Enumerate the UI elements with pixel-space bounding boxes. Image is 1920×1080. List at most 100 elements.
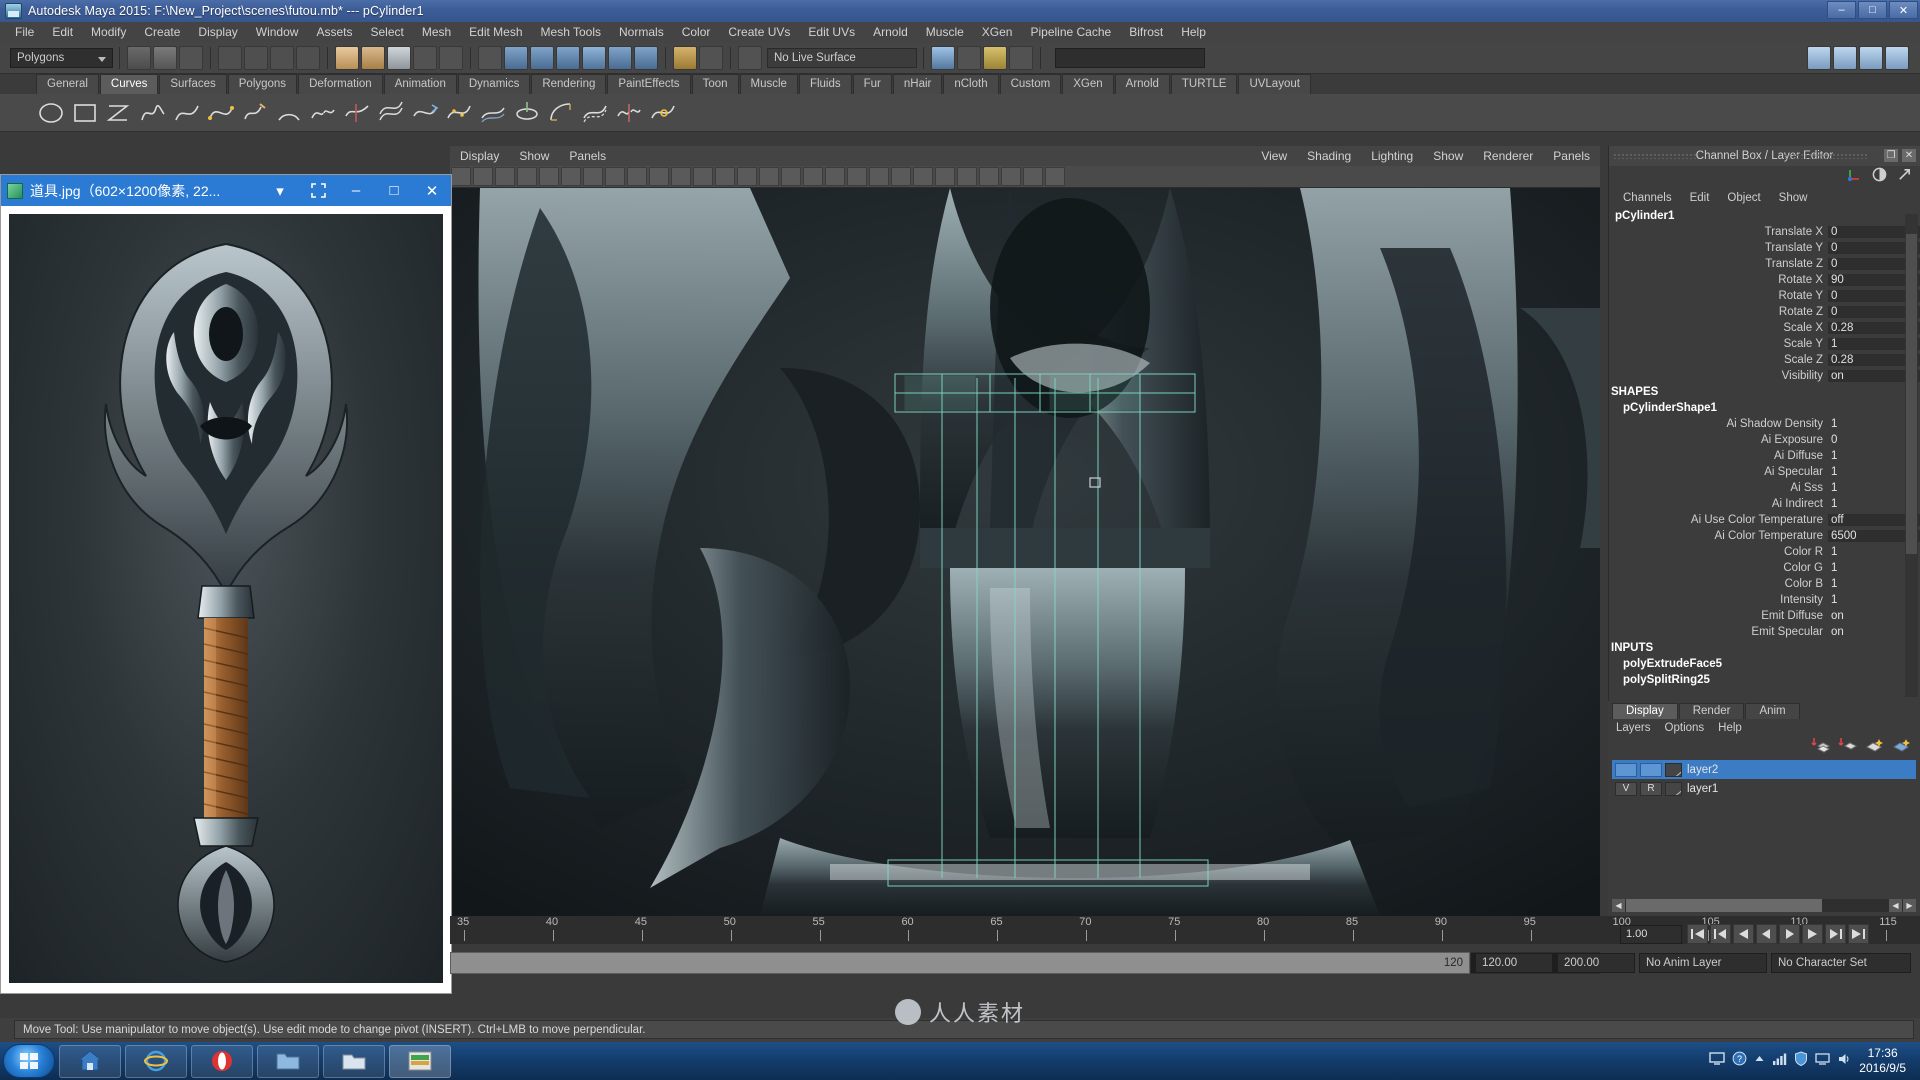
channelbox-attribute-row[interactable]: Scale Y1 <box>1609 336 1920 352</box>
construction-history-icon[interactable] <box>478 45 502 70</box>
mask-lines-icon[interactable] <box>244 45 268 70</box>
image-plane-icon[interactable] <box>913 167 933 186</box>
snapshot-icon[interactable] <box>1001 167 1021 186</box>
snap-projected-icon[interactable] <box>413 45 437 70</box>
maximize-button[interactable]: □ <box>375 176 413 206</box>
channelbox-menu-object[interactable]: Object <box>1727 192 1778 204</box>
reverse-curve-icon[interactable] <box>410 98 440 128</box>
step-forward-frame-icon[interactable] <box>1802 924 1823 944</box>
film-gate-icon[interactable] <box>825 167 845 186</box>
layer-editor-tab-render[interactable]: Render <box>1678 703 1745 719</box>
shelf-tab-surfaces[interactable]: Surfaces <box>159 74 227 94</box>
circle-curve-icon[interactable] <box>36 98 66 128</box>
new-layer-from-selected-icon[interactable] <box>1837 737 1858 758</box>
channelbox-attribute-row[interactable]: Emit Diffuse on <box>1609 608 1920 624</box>
duplicate-curve-icon[interactable] <box>580 98 610 128</box>
channelbox-menu-show[interactable]: Show <box>1779 192 1826 204</box>
menu-item-mesh[interactable]: Mesh <box>413 22 460 42</box>
minimize-button[interactable]: – <box>1827 1 1856 19</box>
channelbox-attribute-row[interactable]: Translate Z0 <box>1609 256 1920 272</box>
scrollbar-thumb[interactable] <box>1906 234 1917 554</box>
ipr-render-icon[interactable] <box>530 45 554 70</box>
panel-layout-2-icon[interactable] <box>1833 45 1857 70</box>
rotate-tool-icon[interactable] <box>539 167 559 186</box>
render-sequence-icon[interactable] <box>608 45 632 70</box>
viewport-left-menu-panels[interactable]: Panels <box>559 149 616 163</box>
shelf-tab-bar[interactable]: General Curves Surfaces Polygons Deformation… <box>0 74 1920 94</box>
shelf-tab-ncloth[interactable]: nCloth <box>943 74 999 94</box>
layer-color-swatch[interactable] <box>1665 781 1682 796</box>
zigzag-curve-icon[interactable] <box>104 98 134 128</box>
channelbox-attribute-row[interactable]: Scale X 0.28 <box>1609 320 1920 336</box>
layer-shade-icon[interactable] <box>1891 737 1911 758</box>
exposure-icon[interactable] <box>1045 167 1065 186</box>
cut-curve-icon[interactable] <box>614 98 644 128</box>
channelbox-attribute-row[interactable]: Ai Sss 1 <box>1609 480 1920 496</box>
pencil-curve-icon[interactable] <box>240 98 270 128</box>
step-back-frame-icon[interactable] <box>1733 924 1754 944</box>
channelbox-attribute-row[interactable]: Translate Y0 <box>1609 240 1920 256</box>
tool-settings-icon[interactable] <box>673 45 697 70</box>
channel-box-toggle-icon[interactable] <box>1009 45 1033 70</box>
channelbox-attribute-row[interactable]: Ai Use Color Temperature off <box>1609 512 1920 528</box>
snap-curve-icon[interactable] <box>361 45 385 70</box>
play-forwards-icon[interactable] <box>1779 924 1800 944</box>
display-toggle-icon[interactable] <box>1872 167 1887 187</box>
resolution-gate-icon[interactable] <box>847 167 867 186</box>
texture-toggle-icon[interactable] <box>671 167 691 186</box>
grease-pencil-icon[interactable] <box>979 167 999 186</box>
gate-mask-icon[interactable] <box>869 167 889 186</box>
cv-curve-icon[interactable] <box>172 98 202 128</box>
layer-highlight-icon[interactable] <box>1864 737 1884 758</box>
layer-editor-toolbar[interactable] <box>1608 737 1920 757</box>
layer-editor-menu-bar[interactable]: Layers Options Help <box>1608 719 1920 737</box>
layer-editor-tab-anim[interactable]: Anim <box>1745 703 1800 719</box>
layer-editor-panel[interactable]: Display Render Anim Layers Options Help laye… <box>1608 701 1920 916</box>
channelbox-attribute-row[interactable]: Color G1 <box>1609 560 1920 576</box>
command-search-input[interactable] <box>1055 47 1205 68</box>
select-by-object-icon[interactable] <box>153 45 177 70</box>
playback-range-fields[interactable]: 120.00 200.00 No Anim Layer No Character… <box>1475 952 1920 974</box>
channelbox-attribute-row[interactable]: Ai Specular 1 <box>1609 464 1920 480</box>
close-button[interactable]: ✕ <box>413 176 451 206</box>
layer-menu-help[interactable]: Help <box>1718 722 1756 734</box>
menu-item-pipeline-cache[interactable]: Pipeline Cache <box>1021 22 1120 42</box>
viewport-menu-view[interactable]: View <box>1251 149 1297 163</box>
shelf-tab-toon[interactable]: Toon <box>691 74 739 94</box>
mask-uvs-icon[interactable] <box>296 45 320 70</box>
layer-visibility-toggle[interactable] <box>1615 762 1637 777</box>
channelbox-menu-edit[interactable]: Edit <box>1690 192 1728 204</box>
channelbox-attribute-row[interactable]: Visibility on <box>1609 368 1920 384</box>
layer-row[interactable]: layer2 <box>1612 760 1916 779</box>
hypershade-icon[interactable] <box>582 45 606 70</box>
play-backwards-icon[interactable] <box>1756 924 1777 944</box>
start-button[interactable] <box>3 1044 55 1078</box>
window-controls[interactable]: – □ ✕ <box>1827 1 1918 19</box>
image-viewer-window[interactable]: 道具.jpg（602×1200像素, 22... ▾ – □ ✕ <box>0 174 452 994</box>
layer-name[interactable]: layer1 <box>1687 783 1718 795</box>
viewport-left-menu-display[interactable]: Display <box>450 149 509 163</box>
taskbar-item-internet-explorer[interactable] <box>125 1044 187 1078</box>
character-set-dropdown[interactable]: No Character Set <box>1771 953 1911 973</box>
shelf-icon-bar[interactable] <box>0 94 1920 226</box>
layer-render-toggle[interactable]: R <box>1640 781 1662 796</box>
menu-item-arnold[interactable]: Arnold <box>864 22 917 42</box>
close-button[interactable]: ✕ <box>1889 1 1918 19</box>
render-view-icon[interactable] <box>504 45 528 70</box>
grid-toggle-icon[interactable] <box>803 167 823 186</box>
channelbox-attribute-row[interactable]: Ai Indirect 1 <box>1609 496 1920 512</box>
main-menu-bar[interactable]: File Edit Modify Create Display Window Assets S… <box>0 22 1920 42</box>
menu-item-create[interactable]: Create <box>135 22 189 42</box>
playback-end-input[interactable]: 200.00 <box>1557 953 1635 973</box>
scroll-left-arrow[interactable]: ◀ <box>1612 899 1625 912</box>
channelbox-attribute-row[interactable]: Ai Exposure 0 <box>1609 432 1920 448</box>
menu-item-select[interactable]: Select <box>361 22 412 42</box>
channelbox-attribute-row[interactable]: Scale Z 0.28 <box>1609 352 1920 368</box>
channel-box-menu-bar[interactable]: Channels Edit Object Show <box>1609 188 1920 208</box>
rebuild-curve-icon[interactable] <box>444 98 474 128</box>
channel-box-panel[interactable]: Channel Box / Layer Editor ❐ ✕ Channels E… <box>1608 146 1920 701</box>
image-viewer-title-bar[interactable]: 道具.jpg（602×1200像素, 22... ▾ – □ ✕ <box>1 175 451 206</box>
viewport-menu-panels[interactable]: Panels <box>1543 149 1600 163</box>
image-viewer-controls[interactable]: ▾ – □ ✕ <box>261 176 451 206</box>
menu-item-create-uvs[interactable]: Create UVs <box>719 22 799 42</box>
